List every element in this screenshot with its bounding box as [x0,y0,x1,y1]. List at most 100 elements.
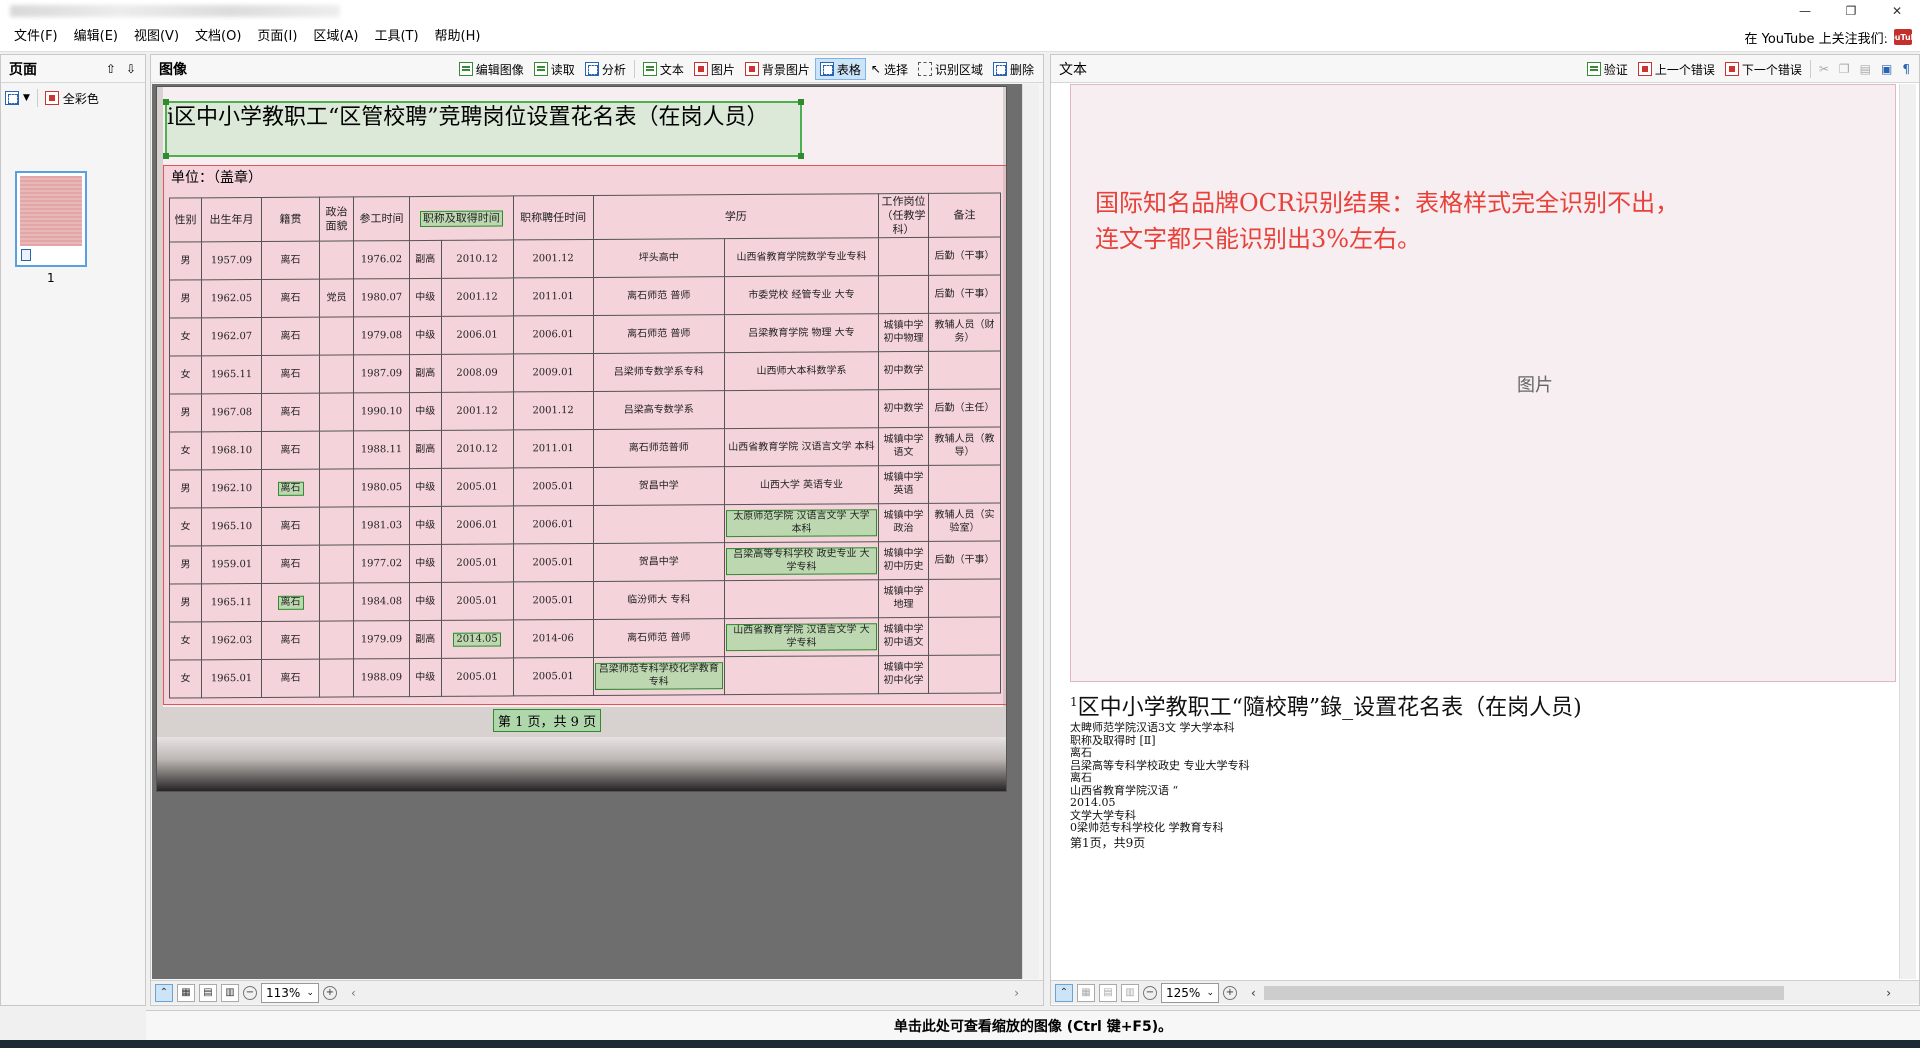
previous-error-button[interactable]: 上一个错误 [1633,58,1720,80]
table-cell: 后勤（干事） [928,275,1001,314]
zoom-in-icon[interactable]: + [1223,985,1237,1000]
table-cell [878,237,929,276]
dropdown-arrow-icon[interactable]: ▼ [23,93,30,103]
horizontal-scrollbar-thumb[interactable] [1263,985,1784,1000]
title-bar: — ❐ ✕ [0,0,1920,22]
layout-vertical-icon[interactable]: ▥ [221,983,239,1002]
youtube-follow-text: 在 YouTube 上关注我们: [1744,31,1888,47]
table-cell: 2006.01 [441,316,514,355]
layout-vertical-icon[interactable]: ▥ [1121,983,1139,1002]
table-cell: 男 [169,470,202,509]
text-area-label: 文本 [659,62,684,77]
resize-handle[interactable] [798,153,804,159]
table-cell: 2005.01 [441,468,514,507]
table-cell: 1988.09 [353,658,410,698]
cut-icon[interactable]: ✂ [1814,58,1834,80]
background-picture-button[interactable]: 背景图片 [740,58,815,80]
image-vertical-scrollbar[interactable] [1022,84,1039,979]
menu-document[interactable]: 文档(O) [187,22,249,52]
text-picture-area[interactable]: 国际知名品牌OCR识别结果：表格样式完全识别不出， 连文字都只能识别出3%左右。… [1070,84,1896,682]
table-cell: 2006.01 [513,505,594,545]
scroll-right-icon[interactable]: › [1014,986,1019,1000]
picture-area-icon [693,62,708,76]
layout-horizontal-icon[interactable]: ▤ [199,983,217,1002]
delete-button[interactable]: 删除 [988,58,1039,80]
expand-panel-icon[interactable]: ⌃ [155,983,173,1002]
text-vertical-scrollbar[interactable] [1899,84,1916,979]
scroll-left-icon[interactable]: ‹ [351,986,356,1000]
table-cell: 女 [169,318,202,357]
page-thumbnail[interactable] [15,171,87,267]
page-view-icon[interactable] [5,91,19,105]
menu-area[interactable]: 区域(A) [305,22,366,52]
pilcrow-icon[interactable]: ¶ [1897,58,1915,80]
table-cell: 1962.07 [201,317,262,357]
expand-panel-icon[interactable]: ⌃ [1055,983,1073,1002]
resize-handle[interactable] [798,99,804,105]
table-cell: 1988.11 [353,430,410,470]
menu-file[interactable]: 文件(F) [6,22,66,52]
table-cell: 2005.01 [441,658,514,697]
zoom-out-icon[interactable]: − [1143,985,1157,1000]
move-page-up-icon[interactable]: ⇧ [101,58,121,80]
youtube-icon[interactable]: YouTube [1884,29,1920,45]
ocr-line: 山西省教育学院汉语 “ [1070,783,1179,797]
table-cell: 离石 [261,279,320,318]
copy-icon[interactable]: ❐ [1834,58,1855,80]
close-icon[interactable]: ✕ [1874,0,1920,22]
ocr-line: 0梁帅范专科学校化 学教育专科 [1070,821,1224,835]
pages-panel-subtoolbar: ▼ 全彩色 [5,87,99,109]
resize-handle[interactable] [163,153,169,159]
image-zoom-select[interactable]: 113% ⌄ [261,982,319,1003]
move-page-down-icon[interactable]: ⇩ [121,58,141,80]
menu-view[interactable]: 视图(V) [126,22,187,52]
status-message[interactable]: 单击此处可查看缩放的图像 (Ctrl 键+F5)。 [146,1010,1920,1040]
minimize-icon[interactable]: — [1782,0,1828,22]
table-cell: 离石师范普师 [593,428,725,468]
document-unit: 单位：（盖章） [171,170,262,186]
zoom-out-icon[interactable]: − [243,985,257,1000]
next-error-icon [1724,62,1739,76]
scroll-left-icon[interactable]: ‹ [1251,986,1256,1000]
read-button[interactable]: 读取 [529,58,580,80]
text-zoom-select[interactable]: 125% ⌄ [1161,982,1219,1003]
table-cell: 2001.12 [441,392,514,431]
paste-icon[interactable]: ▤ [1855,58,1876,80]
table-cell [724,655,879,695]
recognized-text-box: 山西省教育学院 汉语言文学 大学专科 [725,623,877,652]
text-area-button[interactable]: 文本 [638,58,689,80]
table-cell: 2005.01 [441,582,514,621]
zoom-in-icon[interactable]: + [323,985,337,1000]
scroll-right-icon[interactable]: › [1886,986,1891,1000]
format-icon[interactable]: ▣ [1876,58,1897,80]
picture-area-button[interactable]: 图片 [689,58,740,80]
table-cell: 1962.03 [201,621,262,661]
recognition-area-icon [917,62,932,76]
ocr-result-text[interactable]: 1区中小学教职工“隨校聘”錄_设置花名表（在岗人员) 太睥师范学院汉语3文 学大… [1070,688,1896,851]
table-cell: 离石 [261,621,320,660]
layout-grid-icon[interactable]: ▦ [1077,983,1095,1002]
menu-tools[interactable]: 工具(T) [366,22,426,52]
menu-edit[interactable]: 编辑(E) [66,22,126,52]
layout-horizontal-icon[interactable]: ▤ [1099,983,1117,1002]
table-area-button[interactable]: 表格 [814,58,866,80]
recognition-area-button[interactable]: 识别区域 [913,58,988,80]
analyze-button[interactable]: 分析 [580,58,631,80]
next-error-button[interactable]: 下一个错误 [1720,58,1807,80]
edit-image-button[interactable]: 编辑图像 [454,58,529,80]
edit-image-label: 编辑图像 [475,62,524,77]
color-mode-icon[interactable] [44,91,59,105]
restore-icon[interactable]: ❐ [1828,0,1874,22]
menu-help[interactable]: 帮助(H) [427,22,489,52]
table-cell: 离石 [261,469,320,508]
color-mode-label[interactable]: 全彩色 [63,90,99,107]
table-cell [319,621,354,660]
menu-page[interactable]: 页面(I) [249,22,305,52]
table-cell: 吕梁师范专科学校化学教育专科 [593,656,725,696]
table-cell: 1962.10 [201,469,262,509]
verify-button[interactable]: 验证 [1582,58,1633,80]
layout-grid-icon[interactable]: ▦ [177,983,195,1002]
select-button[interactable]: ↖ 选择 [866,58,913,80]
table-cell [319,355,354,394]
image-viewport[interactable]: i区中小学教职工“区管校聘”竞聘岗位设置花名表（在岗人员） 单位：（盖章） 性别… [152,84,1022,979]
